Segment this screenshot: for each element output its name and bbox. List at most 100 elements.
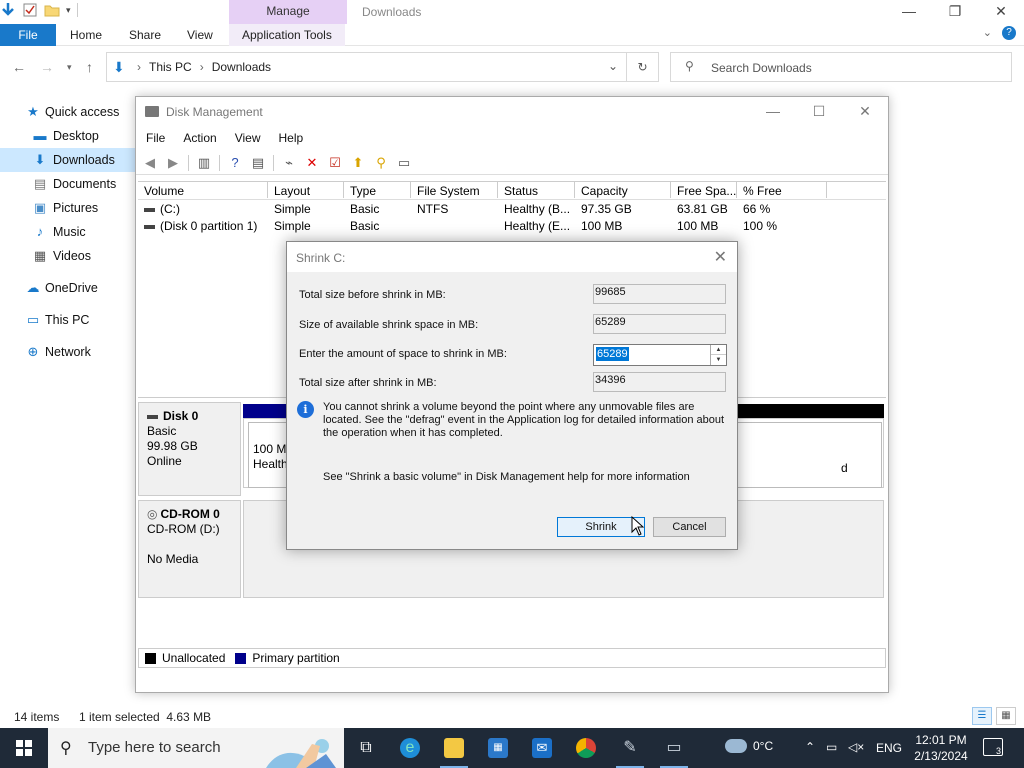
store-button[interactable]: ▦ (476, 728, 520, 768)
delete-icon[interactable]: ✕ (304, 155, 320, 171)
nav-desktop[interactable]: ▬ Desktop (0, 124, 136, 148)
search-box[interactable]: ⚲ Search Downloads (670, 52, 1012, 82)
disk0-label[interactable]: Disk 0 Basic 99.98 GB Online (138, 402, 241, 496)
breadcrumb-sep-icon: › (137, 60, 141, 74)
shrink-amount-input[interactable]: 65289 ▲ ▼ (593, 344, 727, 366)
shrink-amount-stepper[interactable]: ▲ ▼ (710, 345, 726, 365)
search-folder-icon[interactable]: ⚲ (373, 155, 389, 171)
download-arrow-icon[interactable] (0, 2, 16, 18)
forward-arrow-icon[interactable]: ▶ (165, 155, 181, 171)
table-row[interactable]: (Disk 0 partition 1) Simple Basic Health… (138, 217, 886, 234)
amount-label: Enter the amount of space to shrink in M… (299, 348, 507, 360)
file-explorer-button[interactable] (432, 728, 476, 768)
nav-documents[interactable]: ▤ Documents (0, 172, 136, 196)
col-type[interactable]: Type (344, 182, 411, 198)
up-arrow-icon[interactable]: ↑ (86, 59, 93, 75)
properties-list-icon[interactable]: ▤ (250, 155, 266, 171)
recent-locations-icon[interactable]: ▾ (67, 62, 72, 73)
expand-ribbon-icon[interactable]: ⌄ (983, 26, 992, 40)
pen-tool-icon: ✎ (623, 739, 637, 756)
col-capacity[interactable]: Capacity (575, 182, 671, 198)
breadcrumb-downloads[interactable]: Downloads (212, 60, 271, 74)
cdrom-label[interactable]: ◎ CD-ROM 0 CD-ROM (D:) No Media (138, 500, 241, 598)
breadcrumb-this-pc[interactable]: This PC (149, 60, 192, 74)
help-icon[interactable]: ? (1002, 26, 1016, 40)
nav-music[interactable]: ♪ Music (0, 220, 136, 244)
disk-management-button[interactable]: ▭ (652, 728, 696, 768)
new-folder-icon[interactable] (44, 2, 60, 18)
minimize-icon[interactable]: — (750, 97, 796, 127)
nav-this-pc[interactable]: ▭ This PC (0, 308, 136, 332)
search-highlight-illustration-icon (266, 739, 336, 768)
customize-qat-icon[interactable]: ▾ (66, 5, 71, 16)
minimize-icon[interactable]: — (886, 0, 932, 24)
refresh-icon[interactable]: ↻ (626, 53, 658, 81)
tab-application-tools[interactable]: Application Tools (229, 24, 345, 46)
col-layout[interactable]: Layout (268, 182, 344, 198)
tab-file[interactable]: File (0, 24, 56, 46)
forward-arrow-icon[interactable]: → (40, 59, 54, 75)
app-button[interactable]: ✎ (608, 728, 652, 768)
nav-onedrive[interactable]: ☁ OneDrive (0, 276, 136, 300)
table-row[interactable]: (C:) Simple Basic NTFS Healthy (B... 97.… (138, 200, 886, 217)
menu-help[interactable]: Help (269, 127, 312, 149)
large-icons-view-icon[interactable]: ▦ (996, 707, 1016, 725)
show-hide-tree-icon[interactable]: ▥ (196, 155, 212, 171)
cancel-button[interactable]: Cancel (653, 517, 726, 537)
maximize-icon[interactable]: ☐ (796, 97, 842, 127)
spin-down-icon[interactable]: ▼ (711, 355, 726, 365)
nav-pictures[interactable]: ▣ Pictures (0, 196, 136, 220)
nav-network[interactable]: ⊕ Network (0, 340, 136, 364)
close-icon[interactable]: ✕ (842, 97, 888, 127)
address-bar[interactable]: ⬇ › This PC › Downloads ⌄ ↻ (106, 52, 659, 82)
col-volume[interactable]: Volume (138, 182, 268, 198)
notification-center-icon[interactable]: 3 (983, 738, 1003, 756)
close-icon[interactable]: ✕ (978, 0, 1024, 24)
tab-share[interactable]: Share (129, 24, 161, 46)
music-icon: ♪ (36, 224, 44, 239)
chevron-up-icon[interactable]: ⌃ (805, 740, 815, 754)
close-icon[interactable]: ✕ (714, 247, 727, 267)
col-percent-free[interactable]: % Free (737, 182, 827, 198)
col-file-system[interactable]: File System (411, 182, 498, 198)
nav-downloads[interactable]: ⬇ Downloads (0, 148, 136, 172)
nav-quick-access[interactable]: ★ Quick access (0, 100, 136, 124)
console-icon[interactable]: ▭ (396, 155, 412, 171)
properties-icon[interactable] (22, 2, 38, 18)
menu-file[interactable]: File (136, 127, 173, 149)
speaker-muted-icon[interactable]: ◁× (848, 740, 864, 754)
restore-icon[interactable]: ❐ (932, 0, 978, 24)
nav-videos[interactable]: ▦ Videos (0, 244, 136, 268)
folder-up-icon[interactable]: ⬆ (350, 155, 366, 171)
network-icon[interactable]: ▭ (826, 740, 837, 754)
col-free-space[interactable]: Free Spa... (671, 182, 737, 198)
folder-icon (444, 738, 464, 758)
back-arrow-icon[interactable]: ◀ (142, 155, 158, 171)
connect-drive-icon[interactable]: ⌁ (281, 155, 297, 171)
address-dropdown-icon[interactable]: ⌄ (608, 59, 618, 73)
weather-widget[interactable]: 0°C (725, 739, 785, 753)
mail-icon: ✉ (532, 738, 552, 758)
check-properties-icon[interactable]: ☑ (327, 155, 343, 171)
clock[interactable]: 12:01 PM 2/13/2024 (912, 732, 970, 764)
disk0-type: Basic (147, 424, 177, 438)
task-view-button[interactable]: ⧉ (344, 728, 388, 768)
help-book-icon[interactable]: ? (227, 155, 243, 171)
menu-action[interactable]: Action (173, 127, 224, 149)
manage-contextual-tab[interactable]: Manage (229, 0, 347, 24)
col-status[interactable]: Status (498, 182, 575, 198)
spin-up-icon[interactable]: ▲ (711, 345, 726, 355)
dm-toolbar: ◀ ▶ ▥ ? ▤ ⌁ ✕ ☑ ⬆ ⚲ ▭ (136, 151, 888, 175)
language-indicator[interactable]: ENG (876, 741, 902, 755)
chrome-button[interactable] (564, 728, 608, 768)
details-view-icon[interactable]: ☰ (972, 707, 992, 725)
back-arrow-icon[interactable]: ← (12, 59, 26, 75)
taskbar-search[interactable]: ⚲ Type here to search (48, 728, 344, 768)
edge-button[interactable]: e (388, 728, 432, 768)
nav-label: Network (45, 345, 91, 359)
mail-button[interactable]: ✉ (520, 728, 564, 768)
tab-view[interactable]: View (187, 24, 213, 46)
menu-view[interactable]: View (225, 127, 269, 149)
start-button[interactable] (0, 728, 48, 768)
tab-home[interactable]: Home (70, 24, 102, 46)
